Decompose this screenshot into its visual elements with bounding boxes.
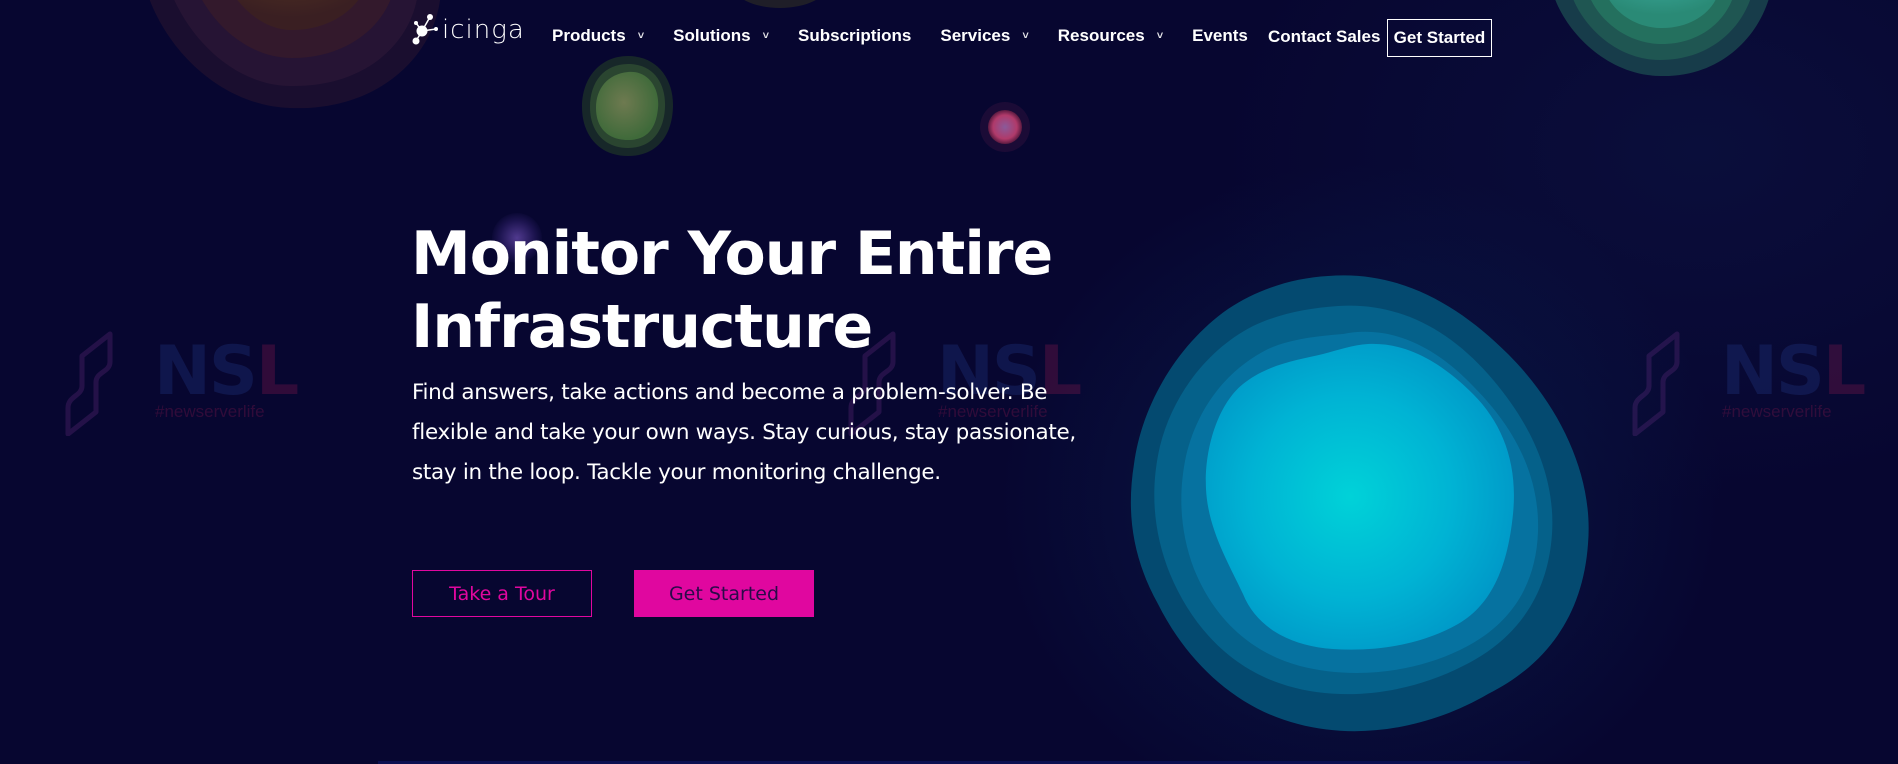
nsl-tagline: #newserverlife (1722, 402, 1832, 421)
hero-lead-line: Find answers, take actions and become a … (412, 380, 1048, 405)
chevron-down-icon: ˅ (762, 30, 770, 42)
contact-sales-link[interactable]: Contact Sales (1268, 27, 1380, 47)
nsl-watermark: NSL #newserverlife (1627, 326, 1866, 446)
nav-resources[interactable]: Resources ˅ (1058, 26, 1163, 46)
hero-title: Monitor Your Entire Infrastructure (411, 218, 1111, 364)
nav-label: Subscriptions (798, 26, 912, 45)
nav-label: Services (940, 26, 1011, 45)
decorative-cyan-orb (1130, 275, 1589, 732)
main-nav: Products ˅ Solutions ˅ Subscriptions Ser… (552, 26, 1277, 46)
nav-events[interactable]: Events (1192, 26, 1248, 46)
hero-lead-line: flexible and take your own ways. Stay cu… (412, 420, 1076, 445)
chevron-down-icon: ˅ (637, 30, 645, 42)
decorative-pink-dot (980, 102, 1030, 152)
nav-label: Events (1192, 26, 1248, 45)
icinga-molecule-icon (412, 14, 438, 45)
nsl-brand: NSL (1721, 332, 1866, 411)
nsl-logo-icon (65, 331, 113, 436)
nav-label: Products (552, 26, 626, 45)
header-get-started-button[interactable]: Get Started (1387, 19, 1492, 57)
nav-services[interactable]: Services ˅ (940, 26, 1028, 46)
hero-lead: Find answers, take actions and become a … (412, 373, 1112, 493)
nsl-logo-icon (1632, 331, 1680, 436)
site-header: icinga Products ˅ Solutions ˅ Subscripti… (0, 0, 1898, 76)
nsl-watermark: NSL #newserverlife (60, 326, 299, 446)
icinga-logo[interactable]: icinga (412, 10, 525, 50)
nav-label: Solutions (673, 26, 751, 45)
hero-lead-line: stay in the loop. Tackle your monitoring… (412, 460, 941, 485)
hero-title-line: Monitor Your Entire (411, 219, 1053, 289)
chevron-down-icon: ˅ (1156, 30, 1164, 42)
nav-solutions[interactable]: Solutions ˅ (673, 26, 769, 46)
nav-subscriptions[interactable]: Subscriptions (798, 26, 911, 46)
nav-label: Resources (1057, 26, 1145, 45)
take-a-tour-button[interactable]: Take a Tour (412, 570, 592, 617)
nsl-tagline: #newserverlife (155, 402, 265, 421)
chevron-down-icon: ˅ (1022, 30, 1029, 42)
hero-get-started-button[interactable]: Get Started (634, 570, 814, 617)
nav-products[interactable]: Products ˅ (552, 26, 644, 46)
nsl-brand: NSL (154, 332, 299, 411)
hero-title-line: Infrastructure (411, 292, 873, 362)
logo-text: icinga (442, 15, 525, 45)
